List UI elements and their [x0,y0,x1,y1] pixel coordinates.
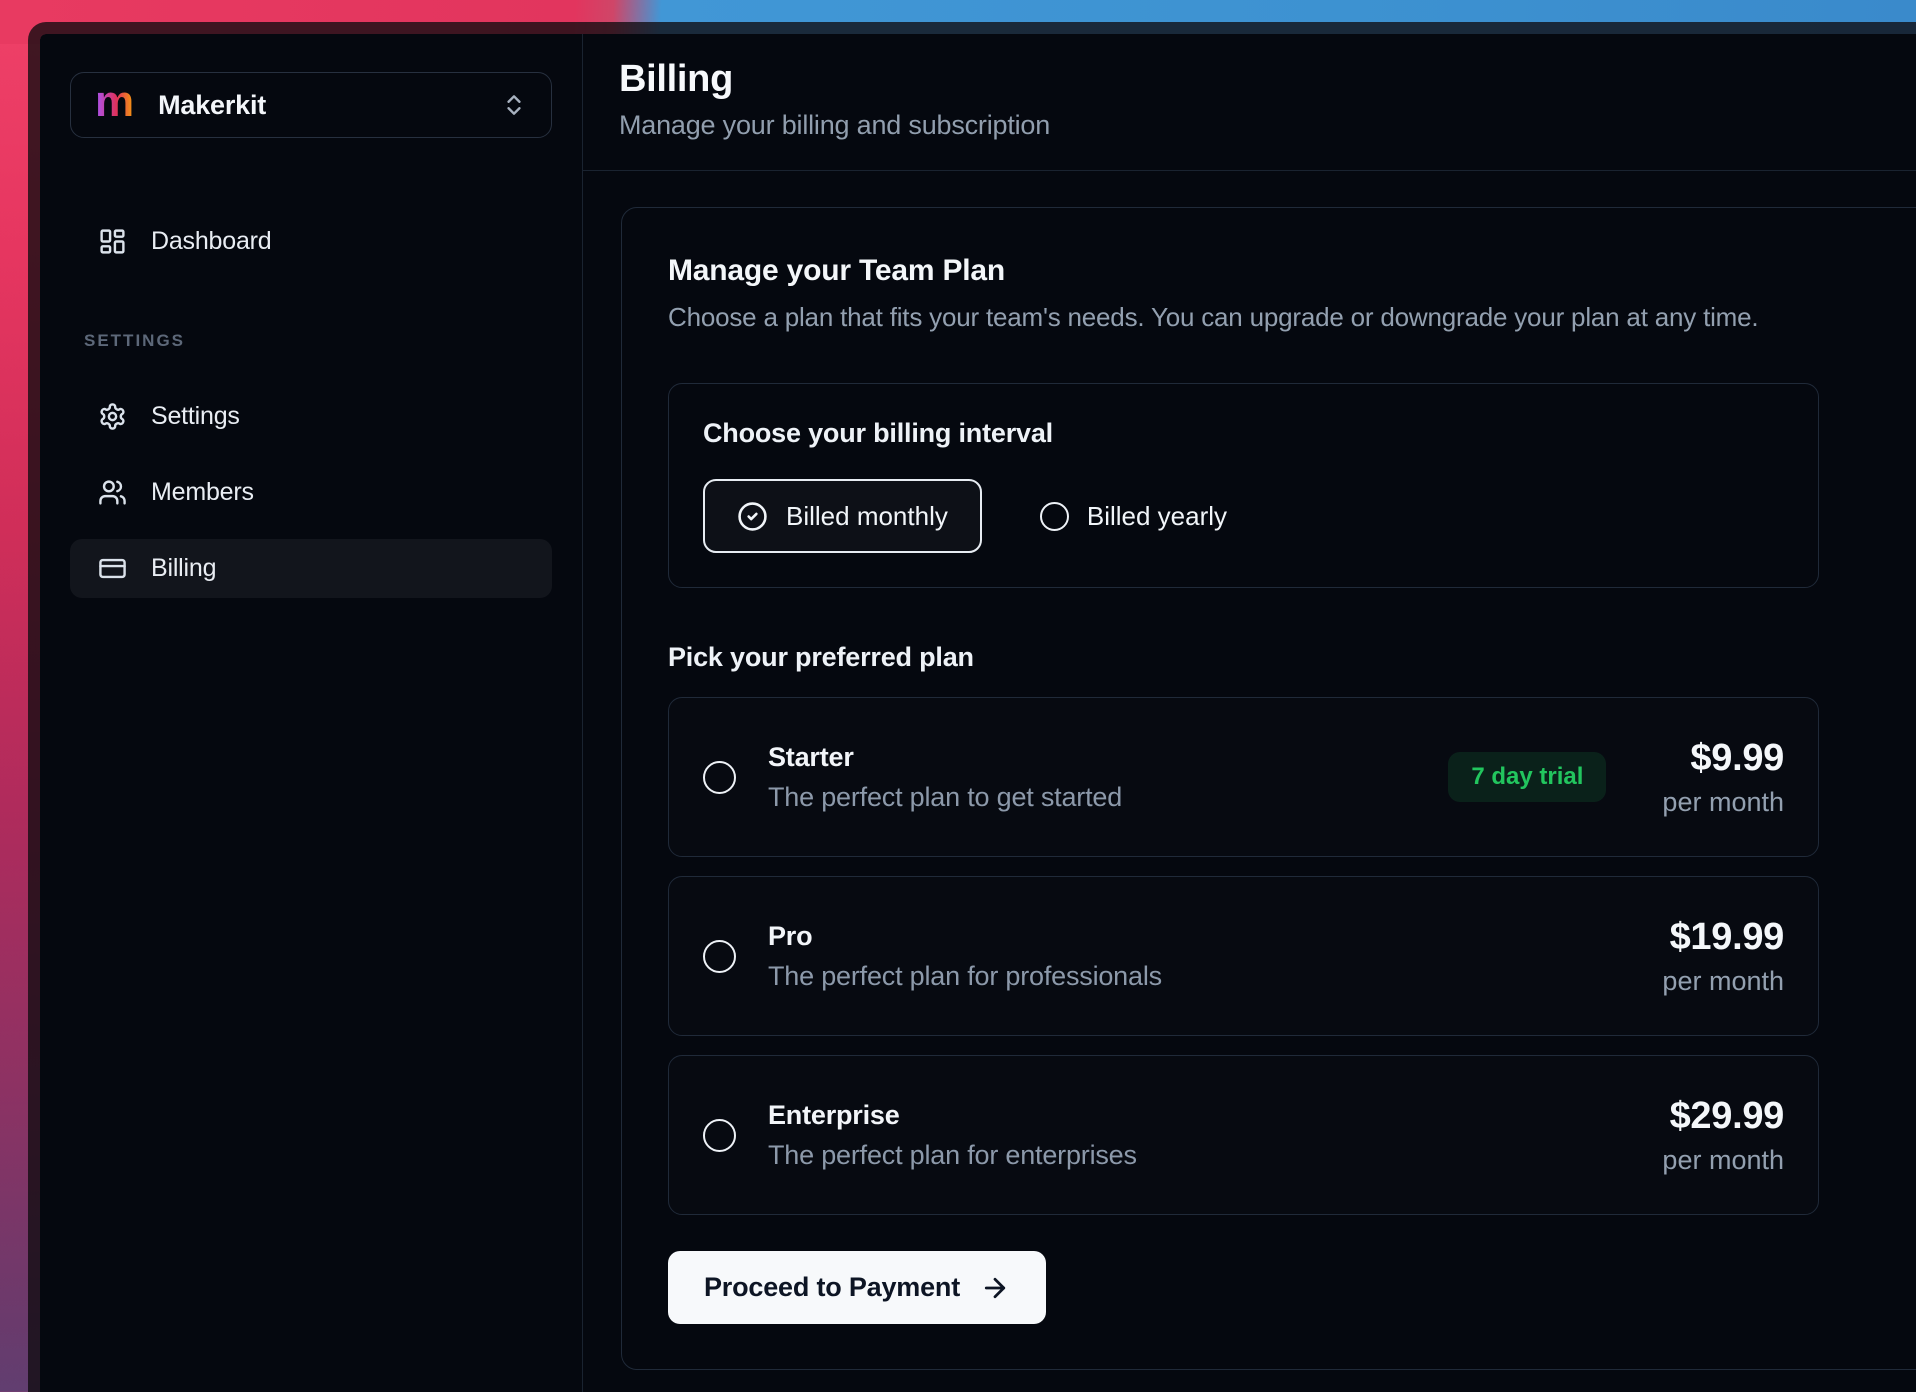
page-title: Billing [619,58,1888,101]
makerkit-logo: m [95,80,134,124]
users-icon [98,478,127,507]
chevrons-up-down-icon [501,92,527,118]
price-block: $29.99 per month [1662,1095,1784,1176]
billed-yearly-option[interactable]: Billed yearly [1040,501,1227,532]
dashboard-icon [98,227,127,256]
billing-interval-options: Billed monthly Billed yearly [703,479,1784,553]
plan-pricing: 7 day trial $9.99 per month [1448,737,1784,818]
plan-row-enterprise[interactable]: Enterprise The perfect plan for enterpri… [668,1055,1819,1215]
plan-description: The perfect plan for professionals [768,961,1162,992]
price-block: $19.99 per month [1662,916,1784,997]
sidebar-item-label: Settings [151,402,240,431]
card-description: Choose a plan that fits your team's need… [668,302,1916,333]
plan-pricing: $19.99 per month [1662,916,1784,997]
plan-price: $9.99 [1690,737,1784,780]
sidebar-item-label: Billing [151,554,216,583]
sidebar: m Makerkit Dashboard SETTINGS Settings [40,34,583,1392]
plan-period: per month [1662,787,1784,818]
sidebar-item-members[interactable]: Members [70,463,552,522]
plan-info: Enterprise The perfect plan for enterpri… [768,1100,1137,1171]
radio-circle-icon [1040,502,1069,531]
price-block: $9.99 per month [1662,737,1784,818]
plan-price: $29.99 [1670,1095,1784,1138]
plan-pricing: $29.99 per month [1662,1095,1784,1176]
plan-name: Enterprise [768,1100,1137,1131]
card-title: Manage your Team Plan [668,254,1916,288]
sidebar-item-settings[interactable]: Settings [70,387,552,446]
circle-check-icon [737,501,768,532]
plan-name: Starter [768,742,1122,773]
plan-row-pro[interactable]: Pro The perfect plan for professionals $… [668,876,1819,1036]
billing-interval-label: Choose your billing interval [703,418,1784,449]
plan-name: Pro [768,921,1162,952]
billed-monthly-option[interactable]: Billed monthly [703,479,982,553]
plan-period: per month [1662,966,1784,997]
proceed-to-payment-button[interactable]: Proceed to Payment [668,1251,1046,1324]
plan-info: Pro The perfect plan for professionals [768,921,1162,992]
plan-period: per month [1662,1145,1784,1176]
radio-circle-icon[interactable] [703,1119,736,1152]
radio-circle-icon[interactable] [703,940,736,973]
gear-icon [98,402,127,431]
plan-info: Starter The perfect plan to get started [768,742,1122,813]
billing-interval-box: Choose your billing interval Billed mont… [668,383,1819,588]
page-header: Billing Manage your billing and subscrip… [583,34,1916,171]
trial-badge: 7 day trial [1448,752,1606,802]
main-content: Billing Manage your billing and subscrip… [583,34,1916,1392]
billed-monthly-label: Billed monthly [786,501,948,532]
plan-description: The perfect plan for enterprises [768,1140,1137,1171]
plan-price: $19.99 [1670,916,1784,959]
sidebar-section-settings: SETTINGS [70,331,552,351]
plan-row-starter[interactable]: Starter The perfect plan to get started … [668,697,1819,857]
sidebar-item-dashboard[interactable]: Dashboard [70,212,552,271]
page-subtitle: Manage your billing and subscription [619,110,1888,141]
sidebar-nav: Dashboard SETTINGS Settings Members B [70,212,552,615]
proceed-to-payment-label: Proceed to Payment [704,1272,960,1303]
workspace-selector[interactable]: m Makerkit [70,72,552,138]
sidebar-item-label: Members [151,478,254,507]
sidebar-item-billing[interactable]: Billing [70,539,552,598]
app-window: m Makerkit Dashboard SETTINGS Settings [28,22,1916,1392]
billed-yearly-label: Billed yearly [1087,501,1227,532]
arrow-right-icon [980,1273,1010,1303]
team-plan-card: Manage your Team Plan Choose a plan that… [621,207,1916,1370]
page-content: Manage your Team Plan Choose a plan that… [583,171,1916,1392]
sidebar-item-label: Dashboard [151,227,272,256]
pick-plan-label: Pick your preferred plan [668,642,1916,673]
radio-circle-icon[interactable] [703,761,736,794]
workspace-name: Makerkit [158,90,266,121]
credit-card-icon [98,554,127,583]
plan-description: The perfect plan to get started [768,782,1122,813]
